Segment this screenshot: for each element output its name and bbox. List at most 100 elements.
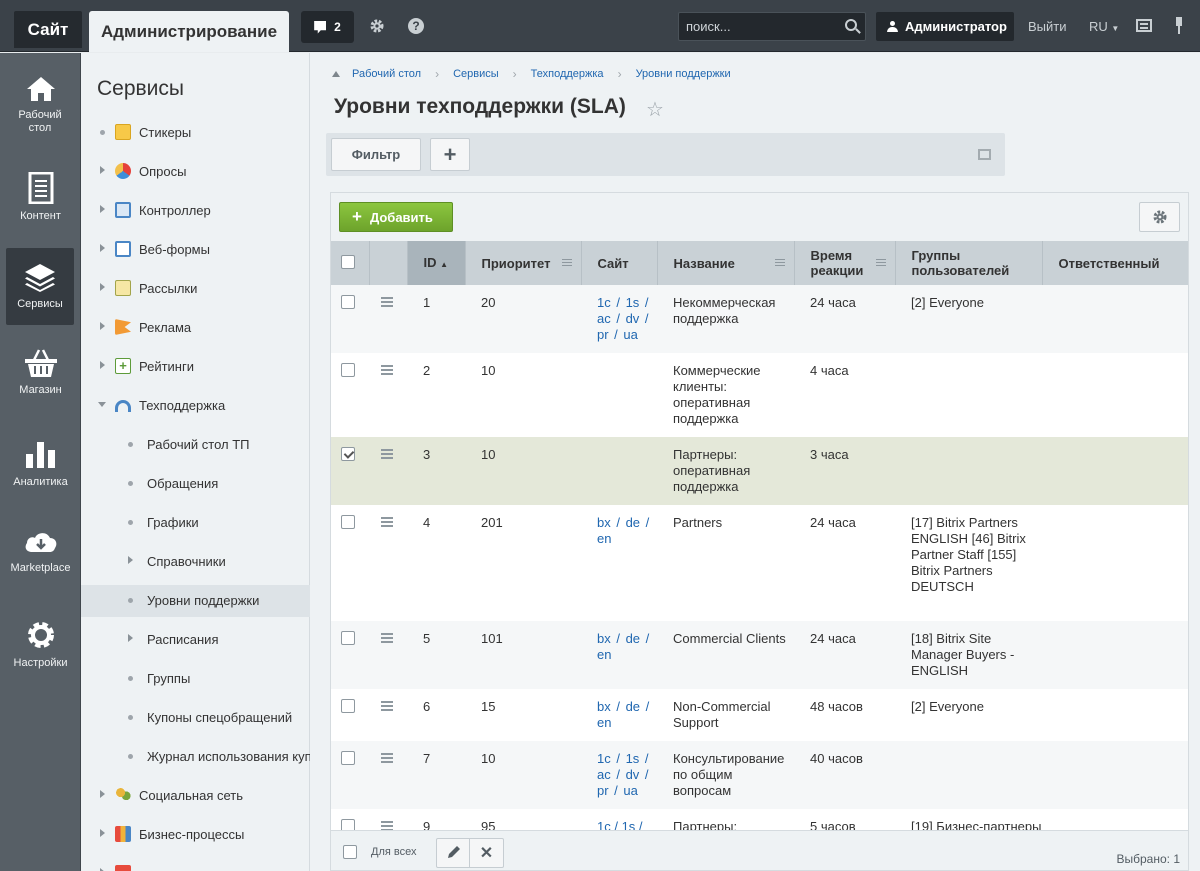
select-all-checkbox[interactable] [341, 254, 355, 269]
column-header-id[interactable]: ID ▲ [407, 241, 466, 285]
menu-item-coupons[interactable]: Купоны спецобращений [81, 702, 310, 734]
search-input[interactable] [679, 13, 839, 40]
table-row[interactable]: 7 10 1c / 1s / ac / dv / pr / ua Консуль… [331, 741, 1188, 809]
row-checkbox[interactable] [341, 699, 355, 713]
menu-item-schedules[interactable]: Расписания [81, 624, 310, 656]
breadcrumb-item[interactable]: Техподдержка [531, 68, 604, 80]
expand-arrow-icon[interactable] [100, 829, 105, 837]
search-icon[interactable] [845, 19, 857, 31]
table-row[interactable]: 6 15 bx / de / en Non-Commercial Support… [331, 689, 1188, 741]
table-row[interactable]: 5 101 bx / de / en Commercial Clients 24… [331, 621, 1188, 689]
menu-item-marketplace[interactable]: Marketplace [0, 528, 81, 606]
settings-button[interactable] [365, 14, 389, 38]
expand-arrow-icon[interactable] [100, 205, 105, 213]
expand-arrow-icon[interactable] [128, 634, 133, 642]
grid-settings-button[interactable] [1139, 202, 1180, 232]
menu-item-dictionaries[interactable]: Справочники [81, 546, 310, 578]
table-row[interactable]: 4 201 bx / de / en Partners 24 часа [17]… [331, 505, 1188, 621]
row-checkbox[interactable] [341, 295, 355, 309]
menu-item-support-desktop[interactable]: Рабочий стол ТП [81, 429, 310, 461]
menu-item-services[interactable]: Сервисы [6, 248, 74, 325]
pin-icon[interactable] [1174, 17, 1184, 35]
site-tab[interactable]: Сайт [14, 11, 82, 48]
expand-arrow-icon[interactable] [100, 244, 105, 252]
menu-item-shop[interactable]: Магазин [0, 348, 81, 426]
column-menu-icon[interactable] [875, 259, 886, 266]
edit-button[interactable] [436, 838, 470, 868]
add-button[interactable]: + Добавить [339, 202, 453, 232]
expand-arrow-icon[interactable] [100, 166, 105, 174]
keyboard-icon[interactable] [1136, 19, 1152, 32]
column-header-priority[interactable]: Приоритет [465, 241, 582, 285]
expand-arrow-icon[interactable] [100, 322, 105, 330]
row-checkbox[interactable] [341, 447, 355, 461]
row-menu-icon[interactable] [381, 365, 393, 375]
help-button[interactable]: ? [404, 14, 428, 38]
apply-to-all-checkbox[interactable] [343, 845, 357, 859]
menu-item-support[interactable]: Техподдержка [81, 390, 310, 422]
expand-arrow-icon[interactable] [100, 283, 105, 291]
menu-item-ratings[interactable]: + Рейтинги [81, 351, 310, 383]
table-row[interactable]: 1 20 1c / 1s / ac / dv / pr / ua Некомме… [331, 285, 1188, 353]
menu-item-ads[interactable]: Реклама [81, 312, 310, 344]
site-links[interactable]: 1c / 1s / ac / dv / pr / ua [597, 295, 651, 343]
column-header-site[interactable]: Сайт [581, 241, 658, 285]
column-header-user-groups[interactable]: Группы пользователей [895, 241, 1043, 285]
expand-arrow-icon[interactable] [100, 790, 105, 798]
column-header-responsible[interactable]: Ответственный [1042, 241, 1188, 285]
filter-button[interactable]: Фильтр [331, 138, 421, 171]
notifications-button[interactable]: 2 [301, 11, 354, 43]
breadcrumb-item[interactable]: Уровни поддержки [636, 68, 731, 80]
site-links[interactable]: bx / de / en [597, 631, 651, 663]
menu-item-groups[interactable]: Группы [81, 663, 310, 695]
user-button[interactable]: Администратор [876, 12, 1014, 41]
menu-item-webforms[interactable]: Веб-формы [81, 234, 310, 266]
up-arrow-icon[interactable] [332, 71, 340, 77]
table-row[interactable]: 3 10 Партнеры: оперативная поддержка 3 ч… [331, 437, 1188, 505]
breadcrumb-item[interactable]: Рабочий стол [352, 68, 421, 80]
row-menu-icon[interactable] [381, 297, 393, 307]
language-selector[interactable]: RU ▼ [1089, 19, 1119, 34]
site-links[interactable]: bx / de / en [597, 515, 651, 547]
breadcrumb-item[interactable]: Сервисы [453, 68, 499, 80]
row-checkbox[interactable] [341, 751, 355, 765]
menu-item-settings[interactable]: Настройки [0, 619, 81, 697]
menu-item-business-processes[interactable]: Бизнес-процессы [81, 819, 310, 851]
favorite-star-icon[interactable]: ☆ [646, 97, 664, 122]
row-menu-icon[interactable] [381, 753, 393, 763]
table-row[interactable]: 2 10 Коммерческие клиенты: оперативная п… [331, 353, 1188, 437]
site-links[interactable]: bx / de / en [597, 699, 651, 731]
menu-item-support-levels[interactable]: Уровни поддержки [81, 585, 310, 617]
row-checkbox[interactable] [341, 631, 355, 645]
expand-arrow-icon[interactable] [100, 361, 105, 369]
menu-item-mailings[interactable]: Рассылки [81, 273, 310, 305]
minimize-icon[interactable] [978, 149, 991, 160]
site-links[interactable]: 1c / 1s / ac / dv / pr / ua [597, 751, 651, 799]
collapse-arrow-icon[interactable] [98, 402, 106, 407]
menu-item-content[interactable]: Контент [0, 172, 81, 250]
row-menu-icon[interactable] [381, 517, 393, 527]
row-checkbox[interactable] [341, 515, 355, 529]
menu-item-tickets[interactable]: Обращения [81, 468, 310, 500]
column-header-response-time[interactable]: Время реакции [794, 241, 896, 285]
add-filter-button[interactable]: + [430, 138, 470, 171]
row-menu-icon[interactable] [381, 633, 393, 643]
menu-item-controller[interactable]: Контроллер [81, 195, 310, 227]
menu-item-stickers[interactable]: Стикеры [81, 117, 310, 149]
menu-item-desktop[interactable]: Рабочий стол [0, 75, 81, 153]
row-menu-icon[interactable] [381, 449, 393, 459]
row-menu-icon[interactable] [381, 701, 393, 711]
expand-arrow-icon[interactable] [128, 556, 133, 564]
column-menu-icon[interactable] [561, 259, 572, 266]
menu-item-polls[interactable]: Опросы [81, 156, 310, 188]
logout-link[interactable]: Выйти [1028, 19, 1067, 34]
row-checkbox[interactable] [341, 363, 355, 377]
delete-button[interactable]: ✕ [470, 838, 504, 868]
menu-item-analytics[interactable]: Аналитика [0, 438, 81, 516]
menu-item-social-network[interactable]: Социальная сеть [81, 780, 310, 812]
admin-tab[interactable]: Администрирование [89, 11, 289, 52]
menu-item-coupon-log[interactable]: Журнал использования купонов [81, 741, 310, 773]
column-menu-icon[interactable] [774, 259, 785, 266]
menu-item-next[interactable] [81, 858, 310, 871]
column-header-name[interactable]: Название [657, 241, 795, 285]
